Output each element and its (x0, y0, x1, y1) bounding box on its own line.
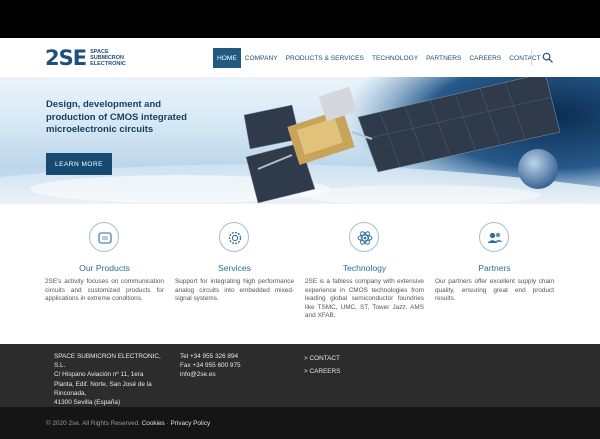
site-header: 2SE SPACE SUBMICRON ELECTRONIC HOME COMP… (0, 38, 600, 77)
footer-link-contact[interactable]: > CONTACT (304, 352, 404, 365)
nav-contact[interactable]: CONTACT (505, 48, 544, 68)
address-line: Rinconada, (54, 389, 87, 397)
cookies-link[interactable]: Cookies (142, 420, 165, 427)
address-line: Planta, Edif. Norte, San José de la (54, 380, 152, 388)
feature-text: Support for integrating high performance… (175, 278, 294, 303)
feature-text: Our partners offer excellent supply chai… (435, 278, 554, 303)
page: 2SE SPACE SUBMICRON ELECTRONIC HOME COMP… (0, 38, 600, 439)
logo-mark: 2SE (45, 46, 87, 70)
nav-company[interactable]: COMPANY (241, 48, 282, 68)
nav-partners[interactable]: PARTNERS (422, 48, 465, 68)
site-footer: SPACE SUBMICRON ELECTRONIC, S.L. C/ Hisp… (0, 344, 600, 407)
chip-icon[interactable] (89, 222, 119, 252)
hero-title: Design, development and production of CM… (46, 99, 187, 135)
address-line: SPACE SUBMICRON ELECTRONIC, S.L. (54, 353, 161, 370)
gear-icon[interactable] (219, 222, 249, 252)
nav-careers[interactable]: CAREERS (465, 48, 505, 68)
email-link[interactable]: info@2se.es (180, 370, 290, 379)
feature-title: Our Products (79, 263, 130, 273)
logo[interactable]: 2SE SPACE SUBMICRON ELECTRONIC (45, 47, 126, 69)
copyright-notice: © 2020 2se. All Rights Reserved. (46, 420, 140, 427)
logo-text: SPACE SUBMICRON ELECTRONIC (90, 49, 126, 67)
privacy-policy-link[interactable]: Privacy Policy (170, 420, 210, 427)
satellite-image (0, 77, 600, 204)
learn-more-button[interactable]: LEARN MORE (46, 153, 112, 175)
footer-links: > CONTACT > CAREERS (304, 352, 404, 378)
logo-line: ELECTRONIC (90, 61, 126, 67)
feature-title: Technology (342, 263, 387, 273)
address-line: C/ Hispano Aviación nº 11, 1era (54, 371, 144, 379)
nav-products-services[interactable]: PRODUCTS & SERVICES (282, 48, 368, 68)
hero-banner: Design, development and production of CM… (0, 77, 600, 204)
footer-contact: Tel +34 955 326 894 Fax +34 955 600 975 … (180, 352, 290, 380)
fax-number: Fax +34 955 600 975 (180, 362, 241, 370)
phone-number: Tel +34 955 326 894 (180, 353, 239, 360)
nav-technology[interactable]: TECHNOLOGY (368, 48, 422, 68)
search-icon[interactable] (542, 52, 553, 63)
footer-link-careers[interactable]: > CAREERS (304, 365, 404, 378)
nav-home[interactable]: HOME (213, 48, 241, 68)
main-nav: HOME COMPANY PRODUCTS & SERVICES TECHNOL… (213, 48, 545, 68)
users-icon[interactable] (479, 222, 509, 252)
feature-title: Partners (478, 263, 511, 273)
copyright-bar: © 2020 2se. All Rights Reserved. Cookies… (0, 407, 600, 439)
feature-text: 2SE is a fabless company with extensive … (305, 278, 424, 320)
nav-divider (531, 50, 532, 66)
features-section: Our Products 2SE's activity focuses on c… (45, 222, 555, 332)
address-line: 41300 Sevilla (España) (54, 399, 121, 407)
footer-address: SPACE SUBMICRON ELECTRONIC, S.L. C/ Hisp… (54, 352, 166, 407)
copyright-text: © 2020 2se. All Rights Reserved. Cookies… (46, 420, 210, 427)
feature-text: 2SE's activity focuses on communication … (45, 278, 164, 303)
atom-icon[interactable] (349, 222, 379, 252)
feature-title: Services (218, 263, 251, 273)
